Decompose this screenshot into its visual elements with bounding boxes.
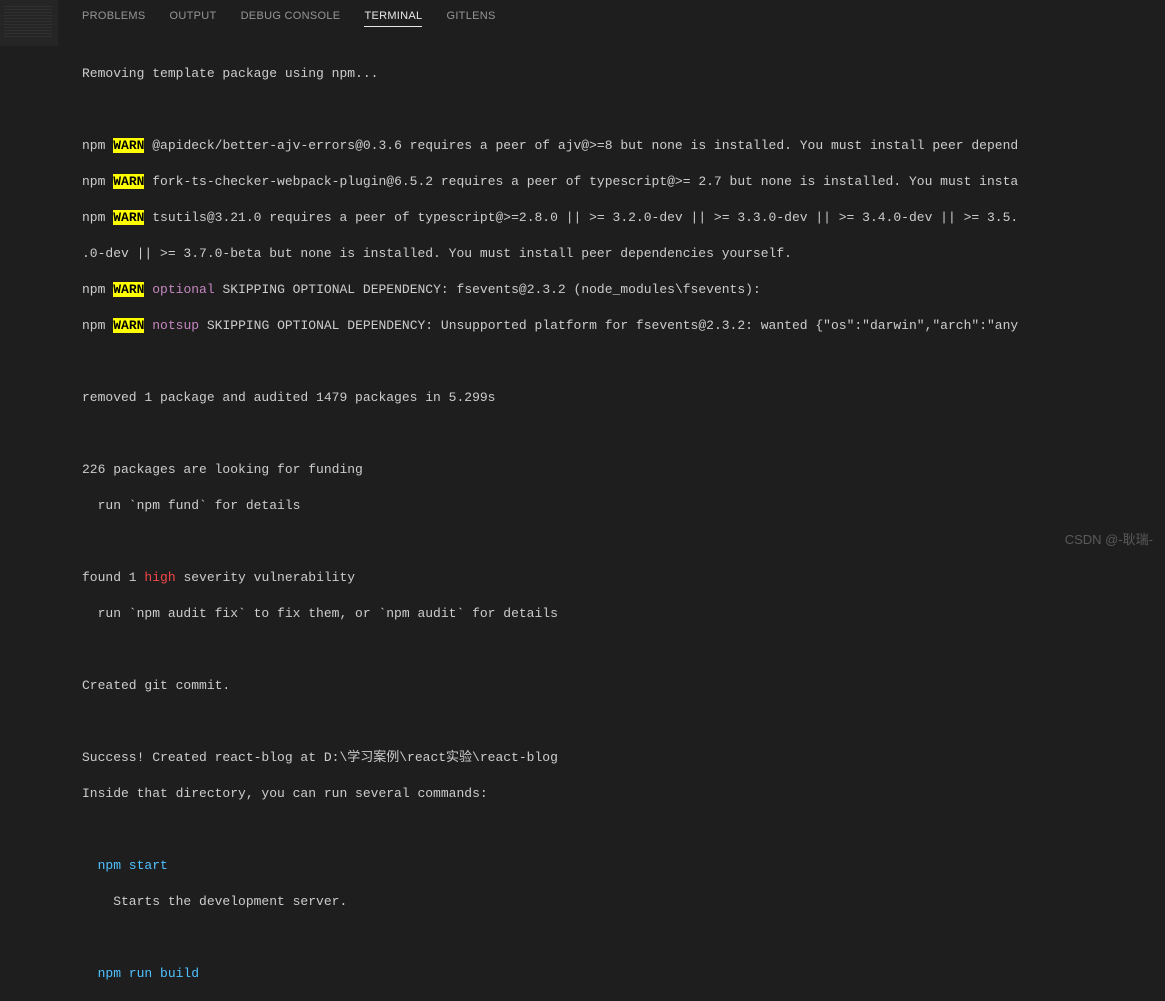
terminal-line: run `npm fund` for details [82, 497, 1165, 515]
terminal-line: 226 packages are looking for funding [82, 461, 1165, 479]
terminal-line: npm WARN @apideck/better-ajv-errors@0.3.… [82, 137, 1165, 155]
terminal-line: npm run build [82, 965, 1165, 983]
tab-terminal[interactable]: TERMINAL [364, 10, 422, 27]
warn-badge: WARN [113, 174, 144, 189]
minimap-thumb [0, 0, 58, 46]
terminal-line: .0-dev || >= 3.7.0-beta but none is inst… [82, 245, 1165, 263]
watermark: CSDN @-耿瑞- [1065, 529, 1153, 548]
terminal-line [82, 101, 1165, 119]
tab-output[interactable]: OUTPUT [170, 10, 217, 27]
terminal-line [82, 929, 1165, 947]
terminal-line [82, 641, 1165, 659]
terminal-output[interactable]: Removing template package using npm... n… [0, 35, 1165, 1001]
terminal-line [82, 425, 1165, 443]
warn-badge: WARN [113, 282, 144, 297]
panel-tabs: PROBLEMS OUTPUT DEBUG CONSOLE TERMINAL G… [0, 0, 1165, 35]
terminal-line: Created git commit. [82, 677, 1165, 695]
warn-badge: WARN [113, 210, 144, 225]
terminal-line: npm WARN fork-ts-checker-webpack-plugin@… [82, 173, 1165, 191]
terminal-line: Starts the development server. [82, 893, 1165, 911]
warn-badge: WARN [113, 318, 144, 333]
tab-gitlens[interactable]: GITLENS [446, 10, 495, 27]
terminal-line: removed 1 package and audited 1479 packa… [82, 389, 1165, 407]
tab-problems[interactable]: PROBLEMS [82, 10, 146, 27]
terminal-line: npm WARN tsutils@3.21.0 requires a peer … [82, 209, 1165, 227]
warn-badge: WARN [113, 138, 144, 153]
terminal-line: found 1 high severity vulnerability [82, 569, 1165, 587]
tab-debug-console[interactable]: DEBUG CONSOLE [241, 10, 341, 27]
terminal-line [82, 713, 1165, 731]
terminal-line: run `npm audit fix` to fix them, or `npm… [82, 605, 1165, 623]
terminal-line: Removing template package using npm... [82, 65, 1165, 83]
terminal-line: npm start [82, 857, 1165, 875]
terminal-line: npm WARN notsup SKIPPING OPTIONAL DEPEND… [82, 317, 1165, 335]
terminal-line: Success! Created react-blog at D:\学习案例\r… [82, 749, 1165, 767]
terminal-line [82, 533, 1165, 551]
terminal-line: npm WARN optional SKIPPING OPTIONAL DEPE… [82, 281, 1165, 299]
terminal-line [82, 821, 1165, 839]
terminal-line: Inside that directory, you can run sever… [82, 785, 1165, 803]
terminal-line [82, 353, 1165, 371]
